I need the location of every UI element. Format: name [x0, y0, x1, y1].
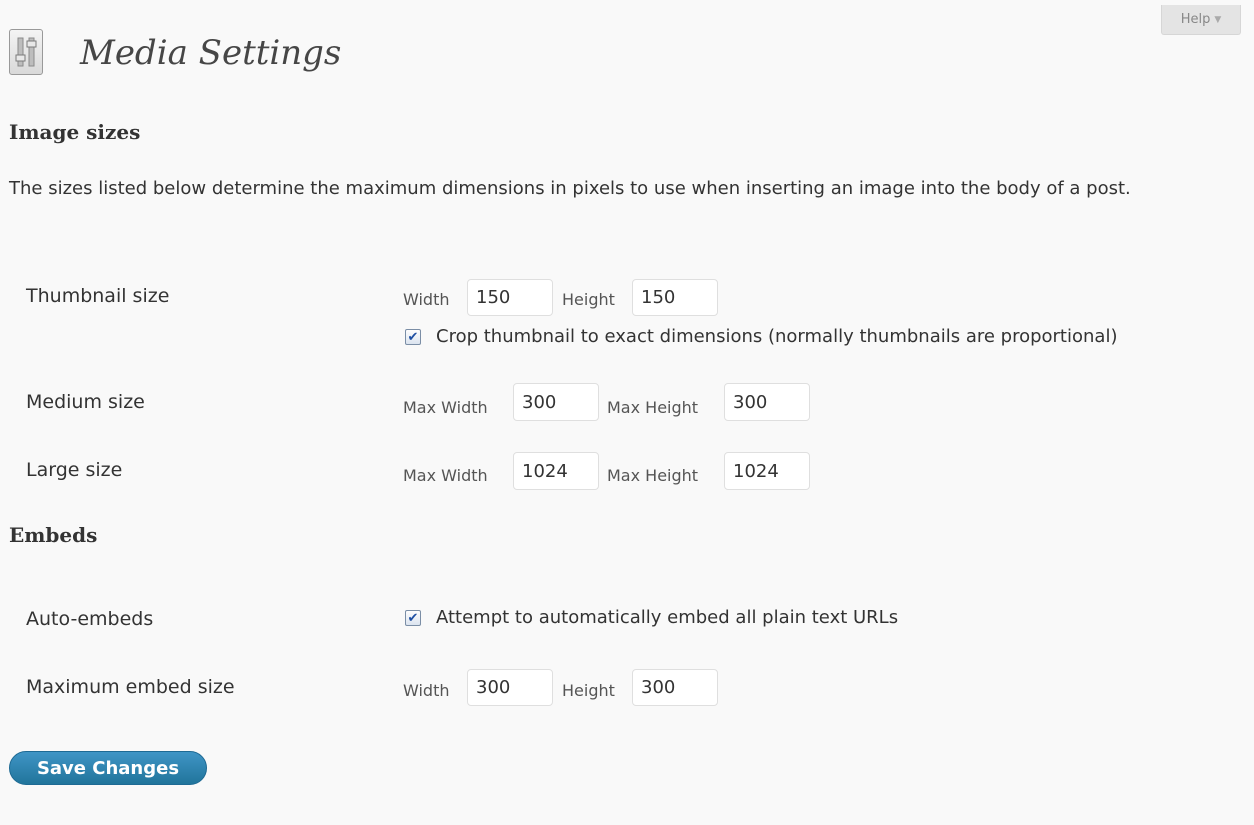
- auto-embeds-check-label: Attempt to automatically embed all plain…: [436, 607, 899, 628]
- max-embed-size-label: Maximum embed size: [26, 676, 235, 698]
- embed-height-input[interactable]: [632, 669, 718, 706]
- crop-thumbnail-checkbox[interactable]: ✔: [405, 329, 421, 345]
- crop-thumbnail-label: Crop thumbnail to exact dimensions (norm…: [436, 326, 1118, 347]
- thumbnail-size-label: Thumbnail size: [26, 285, 170, 307]
- medium-height-input[interactable]: [724, 383, 810, 421]
- large-width-label: Max Width: [403, 466, 488, 485]
- large-width-input[interactable]: [513, 452, 599, 490]
- embeds-heading: Embeds: [9, 523, 98, 547]
- embed-height-label: Height: [562, 681, 615, 700]
- triangle-down-icon: ▼: [1214, 14, 1222, 25]
- auto-embeds-label: Auto-embeds: [26, 608, 154, 630]
- medium-width-input[interactable]: [513, 383, 599, 421]
- medium-height-label: Max Height: [607, 398, 699, 417]
- save-changes-button[interactable]: Save Changes: [9, 751, 207, 785]
- image-sizes-heading: Image sizes: [9, 120, 141, 144]
- large-size-label: Large size: [26, 459, 123, 481]
- thumbnail-height-input[interactable]: [632, 279, 718, 316]
- help-label: Help: [1180, 12, 1211, 27]
- check-icon: ✔: [407, 329, 419, 345]
- medium-size-label: Medium size: [26, 391, 145, 413]
- large-height-input[interactable]: [724, 452, 810, 490]
- image-sizes-description: The sizes listed below determine the max…: [9, 178, 1131, 199]
- large-height-label: Max Height: [607, 466, 699, 485]
- embed-width-input[interactable]: [467, 669, 553, 706]
- help-tab[interactable]: Help ▼: [1161, 5, 1241, 35]
- embed-width-label: Width: [403, 681, 450, 700]
- thumbnail-height-label: Height: [562, 290, 615, 309]
- auto-embeds-checkbox[interactable]: ✔: [405, 610, 421, 626]
- thumbnail-width-label: Width: [403, 290, 450, 309]
- settings-sliders-icon: [9, 29, 43, 75]
- check-icon: ✔: [407, 610, 419, 626]
- page-title: Media Settings: [80, 33, 342, 73]
- medium-width-label: Max Width: [403, 398, 488, 417]
- thumbnail-width-input[interactable]: [467, 279, 553, 316]
